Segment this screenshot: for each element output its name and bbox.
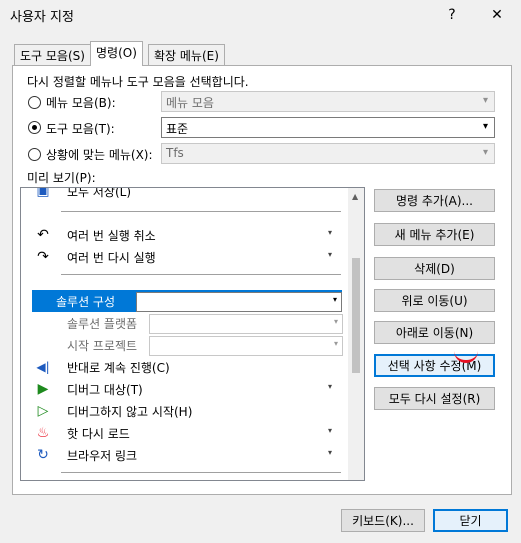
move-up-button[interactable]: 위로 이동(U) — [374, 289, 495, 312]
chevron-down-icon: ▾ — [333, 317, 338, 326]
menu-bar-select: 메뉴 모음 ▾ — [161, 91, 495, 112]
list-item[interactable]: ▶ 디버그 대상(T) ▾ — [21, 378, 348, 400]
list-item-label: 여러 번 실행 취소 — [67, 229, 156, 243]
list-item-label: 솔루션 플랫폼 — [67, 317, 138, 331]
tab-extension-menus[interactable]: 확장 메뉴(E) — [148, 44, 225, 65]
chevron-down-icon: ▾ — [333, 339, 338, 348]
dropdown-arrow-icon[interactable]: ▾ — [328, 448, 332, 457]
close-button[interactable]: 닫기 — [433, 509, 508, 532]
preview-list[interactable]: ▣ 모두 저장(L) ↶ 여러 번 실행 취소 ▾ ↷ 여러 번 다시 실행 ▾… — [20, 187, 365, 481]
add-command-button[interactable]: 명령 추가(A)... — [374, 189, 495, 212]
menu-bar-select-value: 메뉴 모음 — [166, 96, 214, 110]
keyboard-button[interactable]: 키보드(K)... — [341, 509, 425, 532]
context-menu-label: 상황에 맞는 메뉴(X): — [46, 148, 153, 162]
chevron-down-icon: ▾ — [482, 95, 488, 106]
play-outline-icon: ▷ — [37, 403, 49, 419]
chevron-down-icon: ▾ — [482, 147, 488, 158]
delete-button[interactable]: 삭제(D) — [374, 257, 495, 280]
tab-toolbars[interactable]: 도구 모음(S) — [14, 44, 91, 65]
preview-scrollbar[interactable]: ▲ — [348, 188, 364, 480]
list-item-label: 디버그 대상(T) — [67, 383, 143, 397]
help-button[interactable]: ? — [432, 2, 472, 28]
divider — [61, 472, 341, 473]
list-item-label: 브라우저 링크 — [67, 449, 138, 463]
toolbar-select-value: 표준 — [166, 122, 189, 136]
radio-context-menu[interactable] — [28, 148, 41, 161]
scroll-up-icon[interactable]: ▲ — [352, 192, 358, 201]
dropdown-arrow-icon[interactable]: ▾ — [328, 426, 332, 435]
list-item-label: 시작 프로젝트 — [67, 339, 138, 353]
dropdown-arrow-icon[interactable]: ▾ — [328, 228, 332, 237]
modify-selection-button[interactable]: 선택 사항 수정(M) — [374, 354, 495, 377]
instruction-text: 다시 정렬할 메뉴나 도구 모음을 선택합니다. — [27, 75, 249, 89]
list-item[interactable]: ♨ 핫 다시 로드 ▾ — [21, 422, 348, 444]
radio-menu-bar[interactable] — [28, 96, 41, 109]
chevron-down-icon: ▾ — [332, 295, 337, 304]
list-item[interactable]: ↷ 여러 번 다시 실행 ▾ — [21, 246, 348, 268]
solution-config-combo[interactable]: ▾ — [136, 292, 342, 312]
save-all-icon: ▣ — [36, 187, 50, 199]
add-new-menu-button[interactable]: 새 메뉴 추가(E) — [374, 223, 495, 246]
startup-project-combo: ▾ — [149, 336, 343, 356]
divider — [61, 211, 341, 212]
chevron-down-icon: ▾ — [482, 121, 488, 132]
list-item-selected[interactable]: 솔루션 구성 ▾ — [32, 290, 342, 312]
move-down-button[interactable]: 아래로 이동(N) — [374, 321, 495, 344]
context-menu-select: Tfs ▾ — [161, 143, 495, 164]
list-item-label: 반대로 계속 진행(C) — [67, 361, 170, 375]
list-item[interactable]: ↻ 브라우저 링크 ▾ — [21, 444, 348, 466]
toolbar-select[interactable]: 표준 ▾ — [161, 117, 495, 138]
list-item[interactable]: ◀| 반대로 계속 진행(C) — [21, 356, 348, 378]
menu-bar-label: 메뉴 모음(B): — [46, 96, 116, 110]
play-icon: ▶ — [37, 381, 49, 397]
list-item-label: 디버그하지 않고 시작(H) — [67, 405, 193, 419]
window-title: 사용자 지정 — [10, 10, 74, 25]
list-item[interactable]: ▷ 디버그하지 않고 시작(H) — [21, 400, 348, 422]
list-item[interactable]: 시작 프로젝트 ▾ — [21, 334, 348, 356]
context-menu-select-value: Tfs — [166, 146, 184, 160]
list-item[interactable]: ↶ 여러 번 실행 취소 ▾ — [21, 224, 348, 246]
list-item[interactable]: ▣ 모두 저장(L) — [21, 187, 348, 202]
step-back-icon: ◀| — [36, 360, 50, 374]
solution-platform-combo: ▾ — [149, 314, 343, 334]
divider — [61, 274, 341, 275]
close-window-button[interactable]: ✕ — [477, 2, 517, 28]
toolbar-label: 도구 모음(T): — [46, 122, 115, 136]
dropdown-arrow-icon[interactable]: ▾ — [328, 382, 332, 391]
list-item[interactable]: 솔루션 플랫폼 ▾ — [21, 312, 348, 334]
reset-all-button[interactable]: 모두 다시 설정(R) — [374, 387, 495, 410]
list-item-label: 솔루션 구성 — [56, 295, 116, 309]
list-item-label: 모두 저장(L) — [67, 187, 132, 199]
preview-label: 미리 보기(P): — [27, 171, 96, 185]
redo-icon: ↷ — [37, 249, 49, 265]
scrollbar-thumb[interactable] — [352, 258, 360, 373]
hot-reload-icon: ♨ — [36, 425, 50, 441]
browser-link-icon: ↻ — [37, 447, 49, 463]
undo-icon: ↶ — [37, 227, 49, 243]
list-item-label: 핫 다시 로드 — [67, 427, 130, 441]
list-item-label: 여러 번 다시 실행 — [67, 251, 156, 265]
tab-commands[interactable]: 명령(O) — [90, 41, 143, 66]
dropdown-arrow-icon[interactable]: ▾ — [328, 250, 332, 259]
radio-toolbar[interactable] — [28, 121, 41, 134]
